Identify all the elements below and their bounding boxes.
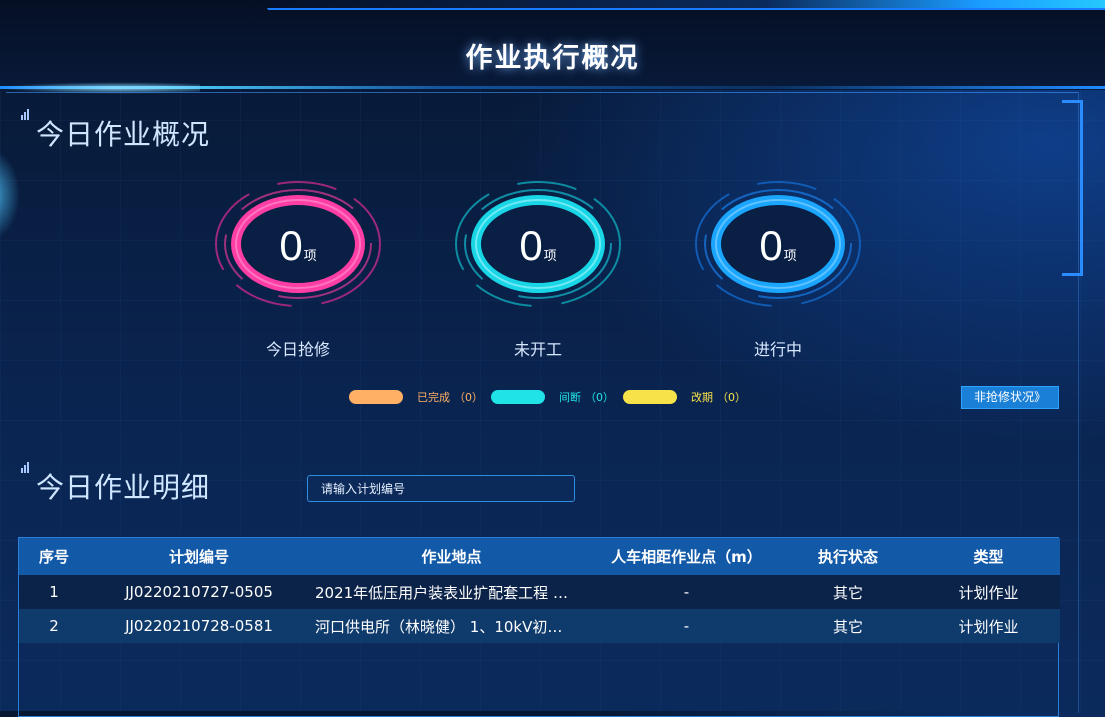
panel-corner-decoration xyxy=(1062,100,1083,276)
legend-completed[interactable]: 已完成 （0） xyxy=(349,390,483,404)
column-header[interactable]: 人车相距作业点（m） xyxy=(594,538,779,575)
legend-swatch xyxy=(623,390,677,404)
page-title: 作业执行概况 xyxy=(465,43,640,74)
table-row[interactable]: 1 JJ0220210727-0505 2021年低压用户装表业扩配套工程 … … xyxy=(19,575,1060,609)
legend-swatch xyxy=(349,390,403,404)
cell-plan-number: JJ0220210728-0581 xyxy=(89,609,309,643)
cell-status: 其它 xyxy=(779,609,917,643)
column-header[interactable]: 执行状态 xyxy=(779,538,917,575)
stat-label-emergency-repair: 今日抢修 xyxy=(265,340,330,359)
cell-index: 2 xyxy=(19,609,89,643)
cell-plan-number: JJ0220210727-0505 xyxy=(89,575,309,609)
non-repair-status-button[interactable]: 非抢修状况》 xyxy=(961,386,1059,409)
legend-swatch xyxy=(491,390,545,404)
cell-location: 河口供电所（林晓健） 1、10kV初… xyxy=(309,609,594,643)
plan-number-search-input[interactable] xyxy=(307,475,575,502)
bar-chart-icon xyxy=(21,461,33,473)
column-header[interactable]: 作业地点 xyxy=(309,538,594,575)
stat-in-progress: 0项 xyxy=(693,180,863,350)
stat-value: 0项 xyxy=(279,222,317,269)
table-header-row: 序号 计划编号 作业地点 人车相距作业点（m） 执行状态 类型 xyxy=(19,538,1060,575)
header-decoration-line xyxy=(260,0,1105,10)
stat-value: 0项 xyxy=(519,222,557,269)
legend-interrupted[interactable]: 间断 （0） xyxy=(491,390,614,404)
cell-type: 计划作业 xyxy=(917,609,1060,643)
cell-type: 计划作业 xyxy=(917,575,1060,609)
cell-status: 其它 xyxy=(779,575,917,609)
bar-chart-icon xyxy=(21,108,33,120)
legend-rescheduled[interactable]: 改期 （0） xyxy=(623,390,746,404)
overview-title: 今日作业概况 xyxy=(36,118,211,151)
column-header[interactable]: 序号 xyxy=(19,538,89,575)
stat-label-in-progress: 进行中 xyxy=(753,340,802,359)
detail-title: 今日作业明细 xyxy=(36,471,211,504)
cell-distance: - xyxy=(594,609,779,643)
cell-location: 2021年低压用户装表业扩配套工程 … xyxy=(309,575,594,609)
stat-not-started: 0项 xyxy=(453,180,623,350)
stat-emergency-repair: 0项 xyxy=(213,180,383,350)
work-detail-table: 序号 计划编号 作业地点 人车相距作业点（m） 执行状态 类型 1 JJ0220… xyxy=(18,537,1060,717)
column-header[interactable]: 类型 xyxy=(917,538,1060,575)
table-row[interactable]: 2 JJ0220210728-0581 河口供电所（林晓健） 1、10kV初… … xyxy=(19,609,1060,643)
page-header: 作业执行概况 xyxy=(0,0,1105,90)
cell-distance: - xyxy=(594,575,779,609)
stat-value: 0项 xyxy=(759,222,797,269)
cell-index: 1 xyxy=(19,575,89,609)
stat-label-not-started: 未开工 xyxy=(513,340,562,359)
column-header[interactable]: 计划编号 xyxy=(89,538,309,575)
